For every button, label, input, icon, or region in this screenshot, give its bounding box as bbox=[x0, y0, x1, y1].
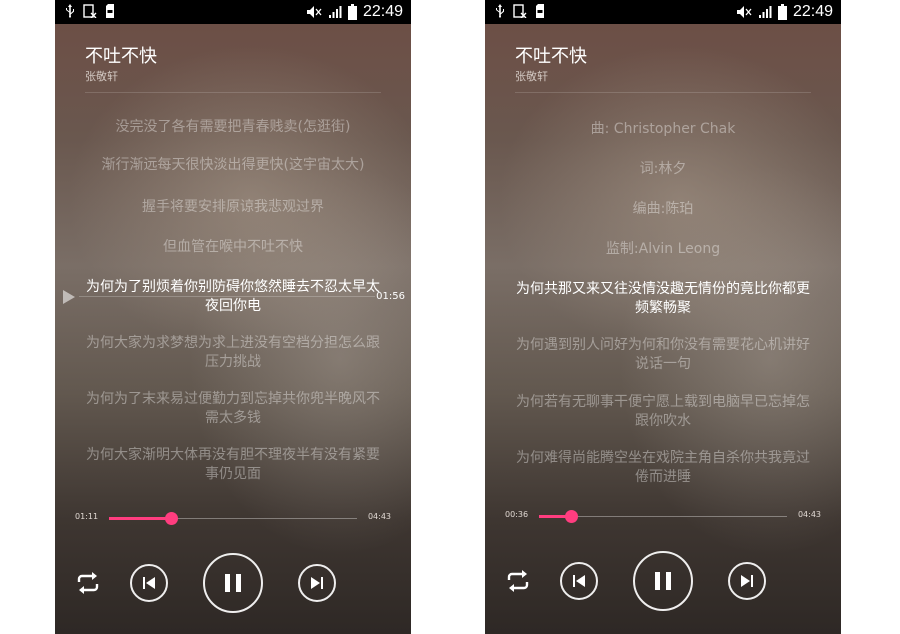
current-time: 00:36 bbox=[505, 510, 529, 519]
song-title: 不吐不快 bbox=[515, 46, 587, 67]
pause-icon bbox=[225, 574, 241, 592]
next-button[interactable] bbox=[728, 562, 766, 600]
mute-icon bbox=[306, 5, 322, 19]
previous-button[interactable] bbox=[560, 562, 598, 600]
lyric-line: 为何大家为求梦想为求上进没有空档分担怎么跟压力挑战 bbox=[86, 335, 380, 370]
lyric-line-active: 为何共那又来又往没情没趣无情份的竟比你都更频繁畅聚 bbox=[516, 281, 810, 316]
lyric-line: 为何大家渐明大体再没有胆不理夜半有没有紧要事仍见面 bbox=[86, 447, 380, 482]
clock: 22:49 bbox=[792, 3, 833, 20]
progress-knob[interactable] bbox=[565, 510, 579, 523]
signal-icon bbox=[328, 5, 342, 19]
lyric-line: 曲: Christopher Chak bbox=[590, 121, 736, 137]
progress-track[interactable] bbox=[539, 510, 787, 523]
lyric-line: 为何若有无聊事干便宁愿上载到电脑早已忘掉怎跟你吹水 bbox=[516, 394, 810, 429]
lyric-line: 渐行渐远每天很快淡出得更快(这宇宙太大) bbox=[101, 157, 365, 173]
sim-icon bbox=[513, 4, 527, 18]
artist-name: 张敬轩 bbox=[85, 70, 118, 83]
playback-controls bbox=[485, 551, 841, 611]
previous-button[interactable] bbox=[130, 564, 168, 602]
pause-button[interactable] bbox=[203, 553, 263, 613]
status-bar: 22:49 bbox=[485, 0, 841, 24]
total-time: 04:43 bbox=[797, 510, 821, 519]
status-bar: 22:49 bbox=[55, 0, 411, 24]
current-time: 01:11 bbox=[75, 512, 99, 521]
lyric-line: 但血管在喉中不吐不快 bbox=[163, 239, 303, 255]
pause-icon bbox=[655, 572, 671, 590]
lyric-line: 词:林夕 bbox=[639, 161, 687, 177]
sim-icon bbox=[83, 4, 97, 18]
progress-knob[interactable] bbox=[165, 512, 178, 525]
storage-icon bbox=[535, 4, 545, 18]
usb-icon bbox=[65, 4, 75, 18]
lyric-line: 为何难得尚能腾空坐在戏院主角自杀你共我竟过倦而进睡 bbox=[516, 450, 810, 485]
skip-previous-icon bbox=[573, 575, 585, 587]
pause-button[interactable] bbox=[633, 551, 693, 611]
progress-fill bbox=[109, 517, 171, 520]
next-button[interactable] bbox=[298, 564, 336, 602]
song-title: 不吐不快 bbox=[85, 46, 157, 67]
lyric-line: 为何为了末来易过便勤力到忘掉共你兜半晚风不需太多钱 bbox=[86, 391, 380, 426]
divider bbox=[515, 92, 811, 93]
battery-icon bbox=[777, 4, 787, 20]
skip-next-icon bbox=[741, 575, 753, 587]
artist-name: 张敬轩 bbox=[515, 70, 548, 83]
lyric-line: 编曲:陈珀 bbox=[632, 201, 694, 217]
lyric-line: 握手将要安排原谅我悲观过界 bbox=[142, 199, 324, 215]
divider bbox=[85, 92, 381, 93]
seek-marker-time: 01:56 bbox=[376, 291, 405, 302]
progress-track[interactable] bbox=[109, 512, 357, 525]
lyric-line: 没完没了各有需要把青春贱卖(怎逛街) bbox=[115, 119, 351, 135]
seek-to-line-play-icon[interactable] bbox=[63, 290, 75, 304]
lyric-line: 监制:Alvin Leong bbox=[605, 241, 721, 257]
mute-icon bbox=[736, 5, 752, 19]
skip-previous-icon bbox=[143, 577, 155, 589]
lyric-line: 为何遇到别人问好为何和你没有需要花心机讲好说话一句 bbox=[516, 337, 810, 372]
battery-icon bbox=[347, 4, 357, 20]
player-screen-left: 22:49 不吐不快 张敬轩 没完没了各有需要把青春贱卖(怎逛街) 渐行渐远每天… bbox=[55, 0, 411, 634]
lyric-line-active: 为何为了别烦着你别防碍你悠然睡去不忍太早太夜回你电 bbox=[86, 279, 380, 314]
seek-marker-line bbox=[79, 296, 375, 297]
player-screen-right: 22:49 不吐不快 张敬轩 曲: Christopher Chak 词:林夕 … bbox=[485, 0, 841, 634]
usb-icon bbox=[495, 4, 505, 18]
total-time: 04:43 bbox=[367, 512, 391, 521]
clock: 22:49 bbox=[362, 3, 403, 20]
skip-next-icon bbox=[311, 577, 323, 589]
repeat-icon[interactable] bbox=[505, 569, 531, 593]
storage-icon bbox=[105, 4, 115, 18]
repeat-icon[interactable] bbox=[75, 571, 101, 595]
signal-icon bbox=[758, 5, 772, 19]
playback-controls bbox=[55, 553, 411, 613]
